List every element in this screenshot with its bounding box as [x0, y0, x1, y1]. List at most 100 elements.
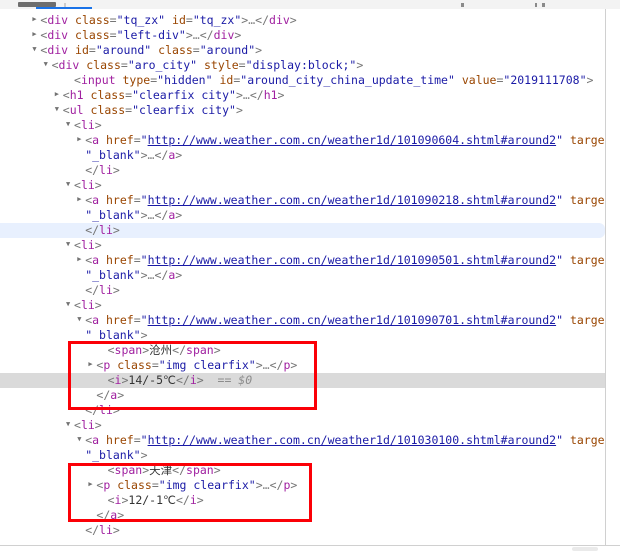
dom-tree-row[interactable]: </a> [0, 508, 605, 523]
dom-tree-row[interactable]: </a> [0, 388, 605, 403]
attribute-name: class [90, 103, 126, 117]
expand-triangle-closed-icon[interactable] [55, 87, 63, 102]
dom-tree-row[interactable]: <span>沧州</span> [0, 343, 605, 358]
text-node: 14/-5℃ [128, 373, 176, 387]
attribute-value: "img clearfix" [158, 358, 256, 372]
expand-triangle-open-icon[interactable] [44, 57, 52, 72]
punctuation: </ [269, 478, 284, 492]
punctuation: > [175, 208, 183, 222]
expand-triangle-open-icon[interactable] [77, 312, 85, 327]
dom-tree-row[interactable]: <div class="aro_city" style="display:blo… [0, 58, 605, 73]
punctuation: > [255, 43, 263, 57]
expand-triangle-open-icon[interactable] [32, 42, 40, 57]
expand-triangle-closed-icon[interactable] [77, 252, 85, 267]
url-link[interactable]: http://www.weather.com.cn/weather1d/1010… [148, 253, 557, 267]
dom-tree-row[interactable]: "_blank">…</a> [0, 148, 605, 163]
punctuation [563, 253, 570, 267]
dom-tree-row[interactable]: <i>12/-1℃</i> [0, 493, 605, 508]
attribute-value: " [556, 313, 564, 327]
expand-triangle-closed-icon[interactable] [32, 12, 40, 27]
url-link[interactable]: http://www.weather.com.cn/weather1d/1010… [148, 433, 557, 447]
dom-tree-row[interactable]: <li> [0, 118, 605, 133]
expand-triangle-closed-icon[interactable] [77, 132, 85, 147]
expand-triangle-closed-icon[interactable] [88, 477, 96, 492]
toolbar-right-icon-1[interactable] [461, 3, 464, 7]
punctuation: = [120, 58, 128, 72]
punctuation: </ [96, 388, 111, 402]
attribute-name: target [569, 433, 605, 447]
attribute-value: "tq_zx" [192, 13, 242, 27]
dom-tree-row[interactable]: <div id="around" class="around"> [0, 43, 605, 58]
punctuation [116, 73, 123, 87]
punctuation: </ [255, 13, 270, 27]
tag-name: span [186, 463, 214, 477]
dom-tree-row[interactable]: </li> [0, 283, 605, 298]
expand-triangle-open-icon[interactable] [77, 432, 85, 447]
horizontal-scrollbar-thumb[interactable] [572, 547, 598, 551]
attribute-value: "tq_zx" [116, 13, 166, 27]
punctuation [563, 313, 570, 327]
expand-triangle-closed-icon[interactable] [32, 27, 40, 42]
dom-tree-row[interactable]: <a href="http://www.weather.com.cn/weath… [0, 253, 605, 268]
dom-tree-row[interactable]: <input type="hidden" id="around_city_chi… [0, 73, 605, 88]
punctuation: > [94, 418, 102, 432]
dom-tree-row[interactable]: "_blank"> [0, 328, 605, 343]
punctuation: </ [172, 463, 187, 477]
tag-name: h1 [69, 88, 84, 102]
attribute-value: " [556, 133, 564, 147]
punctuation [84, 103, 91, 117]
dom-tree-row[interactable]: </li> [0, 163, 605, 178]
active-tab-indicator [36, 7, 92, 9]
dom-tree-row[interactable]: "_blank">…</a> [0, 268, 605, 283]
attribute-value: " [556, 193, 564, 207]
url-link[interactable]: http://www.weather.com.cn/weather1d/1010… [148, 313, 557, 327]
punctuation [563, 193, 570, 207]
url-link[interactable]: http://www.weather.com.cn/weather1d/1010… [148, 133, 557, 147]
dom-tree-row[interactable]: <a href="http://www.weather.com.cn/weath… [0, 313, 605, 328]
dom-tree-row[interactable]: <span>天津</span> [0, 463, 605, 478]
punctuation: </ [85, 283, 100, 297]
expand-triangle-open-icon[interactable] [66, 117, 74, 132]
dom-tree-row[interactable]: <li> [0, 178, 605, 193]
dom-tree-row[interactable]: <a href="http://www.weather.com.cn/weath… [0, 193, 605, 208]
panel-gutter [606, 9, 620, 545]
toolbar-right-icon-2[interactable] [535, 3, 537, 7]
url-link[interactable]: http://www.weather.com.cn/weather1d/1010… [148, 193, 557, 207]
tag-name: div [213, 28, 235, 42]
dom-tree-row[interactable]: <a href="http://www.weather.com.cn/weath… [0, 133, 605, 148]
expand-triangle-open-icon[interactable] [66, 177, 74, 192]
expand-triangle-open-icon[interactable] [66, 417, 74, 432]
expand-triangle-open-icon[interactable] [66, 237, 74, 252]
dom-tree-row[interactable]: <i>14/-5℃</i> == $0 [0, 373, 605, 388]
tag-name: li [80, 118, 95, 132]
attribute-value: "around_city_china_update_time" [240, 73, 455, 87]
dom-tree-row[interactable]: "_blank"> [0, 448, 605, 463]
punctuation: < [74, 118, 81, 132]
attribute-value: "around" [95, 43, 152, 57]
dom-tree-row[interactable]: </li> [0, 223, 605, 238]
dom-tree-row[interactable]: </li> [0, 403, 605, 418]
dom-tree-panel[interactable]: <div class="tq_zx" id="tq_zx">…</div><di… [0, 9, 606, 545]
attribute-name: target [569, 193, 605, 207]
dom-tree-row[interactable]: <ul class="clearfix city"> [0, 103, 605, 118]
expand-triangle-open-icon[interactable] [55, 102, 63, 117]
dom-tree-row[interactable]: "_blank">…</a> [0, 208, 605, 223]
dom-tree-row[interactable]: <div class="tq_zx" id="tq_zx">…</div> [0, 13, 605, 28]
dom-tree-row[interactable]: <li> [0, 298, 605, 313]
attribute-name: class [117, 478, 152, 492]
punctuation [99, 133, 106, 147]
expand-triangle-open-icon[interactable] [66, 297, 74, 312]
expand-triangle-closed-icon[interactable] [88, 357, 96, 372]
dom-tree-row[interactable]: <li> [0, 238, 605, 253]
expand-triangle-closed-icon[interactable] [77, 192, 85, 207]
dom-tree-row[interactable]: </li> [0, 523, 605, 538]
dom-tree-row[interactable]: <li> [0, 418, 605, 433]
punctuation: > [175, 148, 183, 162]
dom-tree-row[interactable]: <a href="http://www.weather.com.cn/weath… [0, 433, 605, 448]
dom-tree-row[interactable]: <div class="left-div">…</div> [0, 28, 605, 43]
dom-tree-row[interactable]: <p class="img clearfix">…</p> [0, 358, 605, 373]
toolbar-right-icon-3[interactable] [542, 3, 545, 7]
dom-tree-row[interactable]: <p class="img clearfix">…</p> [0, 478, 605, 493]
punctuation [68, 43, 75, 57]
dom-tree-row[interactable]: <h1 class="clearfix city">…</h1> [0, 88, 605, 103]
